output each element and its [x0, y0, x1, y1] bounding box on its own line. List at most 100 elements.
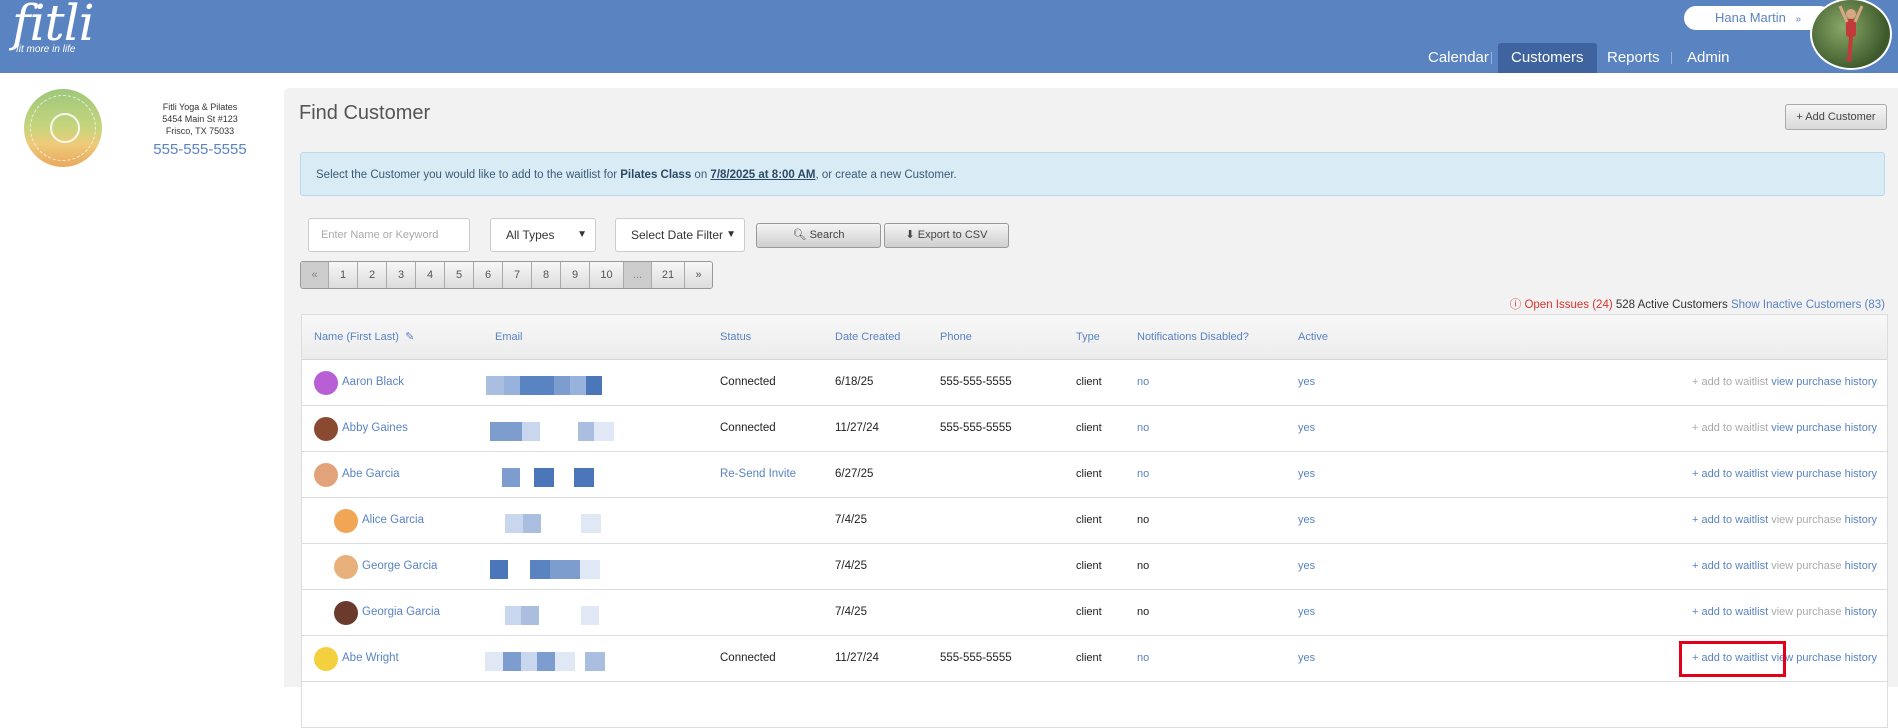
nav-calendar[interactable]: Calendar — [1415, 43, 1502, 73]
history-link[interactable]: history — [1845, 468, 1877, 480]
download-icon: ⬇ — [905, 229, 915, 241]
history-link[interactable]: history — [1845, 560, 1877, 572]
type-select[interactable]: All Types ▼ — [490, 218, 596, 252]
customer-name-link[interactable]: Aaron Black — [342, 360, 404, 405]
column-header-name-label: Name (First Last) — [314, 331, 399, 343]
column-header-email[interactable]: Email — [495, 315, 523, 359]
add-to-waitlist-link[interactable]: + add to waitlist — [1692, 468, 1768, 480]
customer-avatar — [334, 509, 358, 533]
search-button[interactable]: 🔍︎ Search — [756, 223, 881, 248]
page-3[interactable]: 3 — [387, 262, 416, 288]
active-toggle[interactable]: yes — [1298, 636, 1315, 681]
history-link[interactable]: history — [1845, 652, 1877, 664]
column-header-name[interactable]: Name (First Last) ✎ — [314, 315, 414, 359]
history-link[interactable]: history — [1845, 514, 1877, 526]
column-header-status[interactable]: Status — [720, 315, 751, 359]
history-link[interactable]: history — [1845, 422, 1877, 434]
active-toggle[interactable]: yes — [1298, 590, 1315, 635]
user-avatar[interactable] — [1810, 0, 1892, 70]
page-2[interactable]: 2 — [358, 262, 387, 288]
show-inactive-link[interactable]: Show Inactive Customers (83) — [1731, 299, 1885, 311]
customer-name-link[interactable]: Abe Wright — [342, 636, 399, 681]
page-prev[interactable]: « — [301, 262, 329, 288]
avatar-photo — [1838, 5, 1864, 63]
customer-avatar — [334, 601, 358, 625]
page-9[interactable]: 9 — [561, 262, 590, 288]
logo-text: fitli — [12, 0, 95, 52]
notifications-value: no — [1137, 606, 1150, 618]
add-to-waitlist-link[interactable]: + add to waitlist — [1692, 514, 1768, 526]
notifications-toggle[interactable]: no — [1137, 406, 1149, 451]
page-7[interactable]: 7 — [503, 262, 532, 288]
page-8[interactable]: 8 — [532, 262, 561, 288]
active-toggle[interactable]: yes — [1298, 360, 1315, 405]
alert-on: on — [691, 169, 711, 181]
notifications-toggle[interactable]: no — [1137, 452, 1149, 497]
column-header-notifications[interactable]: Notifications Disabled? — [1137, 315, 1249, 359]
customer-name-link[interactable]: Alice Garcia — [362, 498, 424, 543]
add-to-waitlist-link[interactable]: + add to waitlist — [1692, 560, 1768, 572]
nav-reports[interactable]: Reports — [1594, 43, 1673, 73]
customer-name-link[interactable]: George Garcia — [362, 544, 437, 589]
add-to-waitlist-disabled: + add to waitlist — [1692, 422, 1769, 434]
type: client — [1076, 468, 1102, 480]
history-link[interactable]: history — [1845, 606, 1877, 618]
page-next[interactable]: » — [685, 262, 712, 288]
notifications-value: no — [1137, 514, 1150, 526]
studio-address-line1: 5454 Main St #123 — [162, 114, 238, 124]
view-link-disabled: view — [1771, 606, 1794, 618]
page-1[interactable]: 1 — [329, 262, 358, 288]
history-link[interactable]: history — [1845, 376, 1877, 388]
alert-prefix: Select the Customer you would like to ad… — [316, 169, 621, 181]
customer-name-link[interactable]: Abby Gaines — [342, 406, 408, 451]
column-header-phone[interactable]: Phone — [940, 315, 972, 359]
nav-admin[interactable]: Admin — [1674, 43, 1743, 73]
page-21[interactable]: 21 — [652, 262, 685, 288]
customer-name-link[interactable]: Abe Garcia — [342, 452, 400, 497]
notifications-toggle[interactable]: no — [1137, 360, 1149, 405]
active-toggle[interactable]: yes — [1298, 498, 1315, 543]
view-link[interactable]: view — [1771, 468, 1793, 480]
phone: 555-555-5555 — [940, 376, 1012, 388]
customer-name-link[interactable]: Georgia Garcia — [362, 590, 440, 635]
purchase-link[interactable]: purchase — [1796, 422, 1841, 434]
column-header-type[interactable]: Type — [1076, 315, 1100, 359]
studio-name: Fitli Yoga & Pilates — [162, 102, 238, 112]
view-link[interactable]: view — [1771, 376, 1793, 388]
nav-customers[interactable]: Customers — [1498, 43, 1597, 73]
add-customer-button[interactable]: + Add Customer — [1785, 104, 1887, 130]
studio-phone[interactable]: 555-555-5555 — [140, 141, 260, 159]
view-link[interactable]: view — [1771, 422, 1793, 434]
email-redacted — [485, 652, 605, 671]
notifications-toggle[interactable]: no — [1137, 636, 1149, 681]
lotus-icon — [50, 113, 80, 143]
resend-invite-link[interactable]: Re-Send Invite — [720, 452, 796, 497]
search-icon: 🔍︎ — [792, 229, 807, 241]
page-5[interactable]: 5 — [445, 262, 474, 288]
active-toggle[interactable]: yes — [1298, 544, 1315, 589]
date-filter-select[interactable]: Select Date Filter ▼ — [615, 218, 745, 252]
search-input[interactable]: Enter Name or Keyword — [308, 218, 470, 252]
column-header-date-created[interactable]: Date Created — [835, 315, 900, 359]
column-header-active[interactable]: Active — [1298, 315, 1328, 359]
table-row: George Garcia 7/4/25 client no yes + add… — [302, 544, 1887, 590]
page-10[interactable]: 10 — [590, 262, 624, 288]
fitli-logo[interactable]: fitli fit more in life — [12, 0, 95, 55]
open-issues-link[interactable]: Open Issues (24) — [1524, 299, 1612, 311]
page-4[interactable]: 4 — [416, 262, 445, 288]
add-to-waitlist-link[interactable]: + add to waitlist — [1692, 606, 1768, 618]
purchase-link[interactable]: purchase — [1796, 376, 1841, 388]
export-csv-button[interactable]: ⬇ Export to CSV — [884, 223, 1009, 248]
active-toggle[interactable]: yes — [1298, 406, 1315, 451]
table-row: Georgia Garcia 7/4/25 client no yes + ad… — [302, 590, 1887, 636]
purchase-link[interactable]: purchase — [1796, 652, 1841, 664]
page-6[interactable]: 6 — [474, 262, 503, 288]
purchase-link[interactable]: purchase — [1796, 468, 1841, 480]
nav-divider — [1491, 52, 1492, 64]
chevron-down-icon: ▼ — [726, 229, 736, 240]
purchase-link-disabled: purchase — [1796, 514, 1842, 526]
chevron-down-icon: » — [1795, 14, 1801, 25]
active-toggle[interactable]: yes — [1298, 452, 1315, 497]
row-actions: + add to waitlist view purchase history — [1692, 452, 1877, 497]
studio-info: Fitli Yoga & Pilates 5454 Main St #123 F… — [140, 101, 260, 159]
